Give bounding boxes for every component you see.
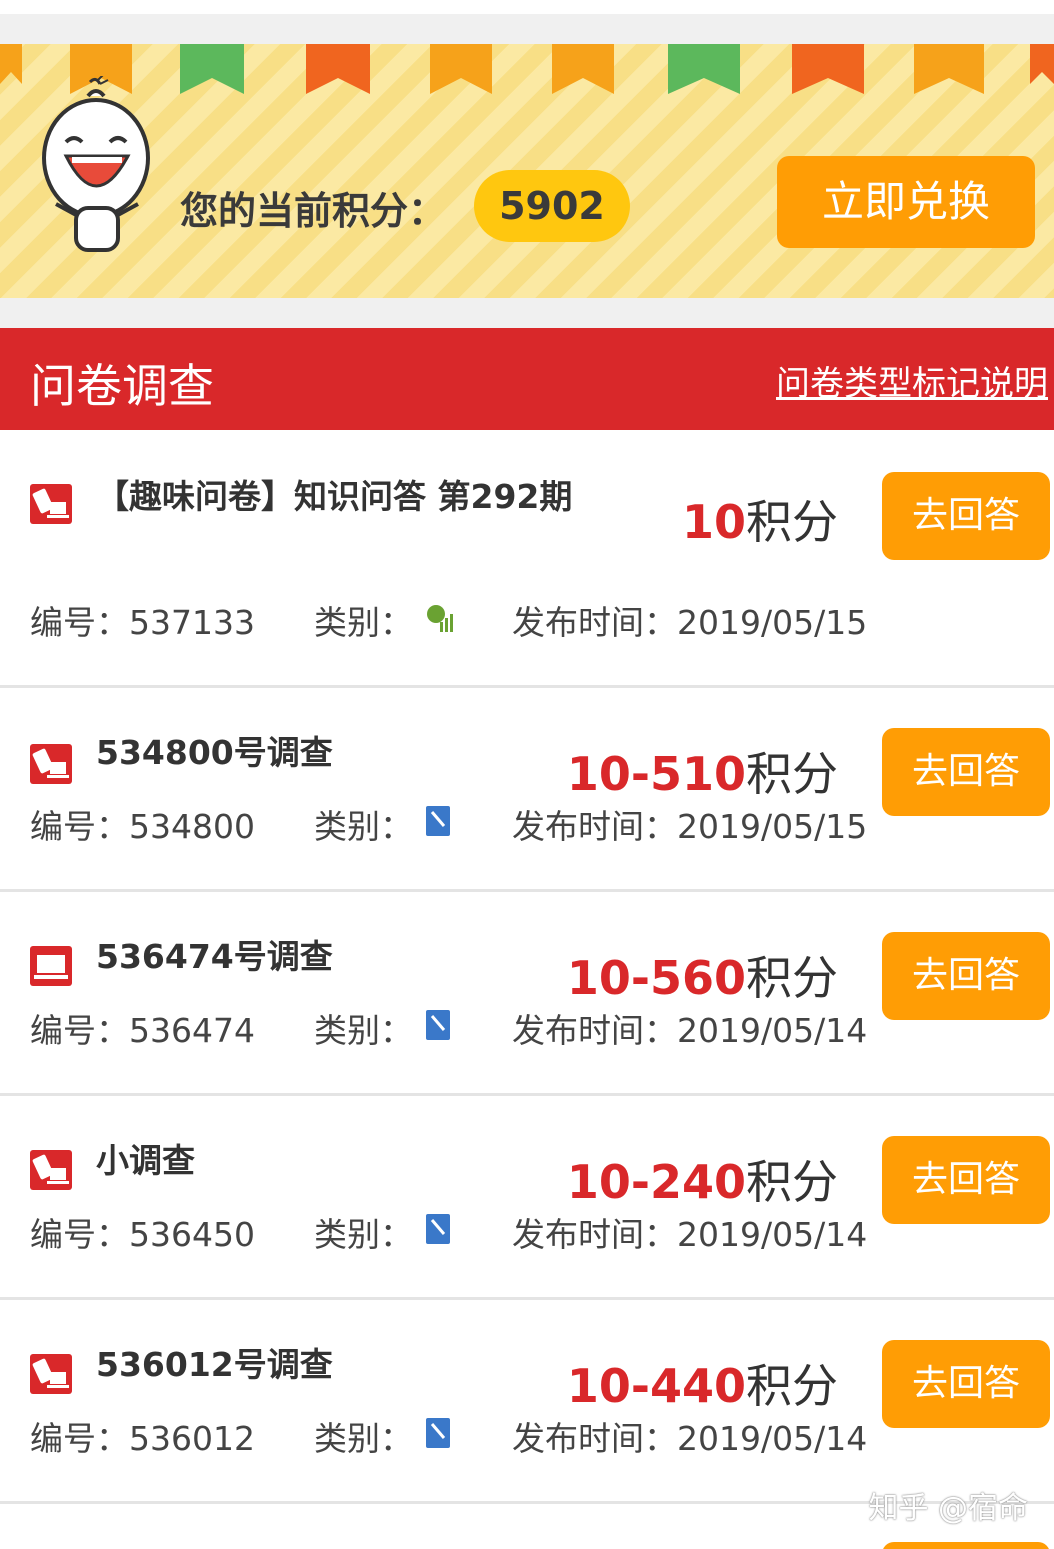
- mascot-icon: [42, 76, 150, 252]
- points-unit: 积分: [746, 1359, 838, 1413]
- survey-item: 536012号调查 10-440积分 去回答 编号：536012 类别： 发布时…: [0, 1300, 1054, 1504]
- date-label: 发布时间：: [512, 807, 677, 846]
- points-number: 10: [681, 495, 746, 549]
- id-label: 编号：: [30, 807, 129, 846]
- pc-icon: [30, 946, 72, 986]
- category-label: 类别：: [314, 1419, 413, 1458]
- category-label: 类别：: [314, 1215, 413, 1254]
- survey-points: 10-510积分: [567, 738, 838, 804]
- survey-title[interactable]: 534800号调查: [96, 726, 576, 780]
- score-label: 您的当前积分：: [180, 189, 447, 233]
- date-value: 2019/05/14: [677, 1419, 868, 1458]
- survey-id: 536012: [129, 1419, 255, 1458]
- section-title: 问卷调查: [30, 359, 214, 413]
- publish-date: 发布时间：2019/05/15: [512, 800, 867, 848]
- document-icon: [426, 1010, 450, 1040]
- publish-date: 发布时间：2019/05/14: [512, 1208, 867, 1256]
- top-gap: [0, 0, 1054, 44]
- document-icon: [426, 806, 450, 836]
- document-icon: [426, 1418, 450, 1448]
- bunting-decoration: [0, 44, 1054, 94]
- publish-date: 发布时间：2019/05/15: [512, 596, 867, 644]
- mobile-pc-icon: [30, 744, 72, 784]
- score-value-badge: 5902: [474, 170, 630, 242]
- date-value: 2019/05/14: [677, 1215, 868, 1254]
- survey-meta: 编号：536474 类别： 发布时间：2019/05/14: [30, 1004, 867, 1052]
- mobile-pc-icon: [30, 1354, 72, 1394]
- document-icon: [426, 1214, 450, 1244]
- survey-points: 10积分: [682, 486, 838, 552]
- date-label: 发布时间：: [512, 603, 677, 642]
- survey-meta: 编号：537133 类别： 发布时间：2019/05/15: [30, 596, 867, 644]
- survey-title[interactable]: 【趣味问卷】知识问答 第292期: [96, 470, 576, 524]
- date-value: 2019/05/14: [677, 1011, 868, 1050]
- category-label: 类别：: [314, 1011, 413, 1050]
- survey-meta: 编号：536012 类别： 发布时间：2019/05/14: [30, 1412, 867, 1460]
- redeem-button[interactable]: 立即兑换: [777, 156, 1035, 248]
- survey-id: 534800: [129, 807, 255, 846]
- survey-type-legend-link[interactable]: 问卷类型标记说明: [776, 356, 1048, 405]
- points-number: 10-560: [566, 951, 746, 1005]
- answer-button-partial[interactable]: [882, 1542, 1050, 1549]
- survey-item: 【趣味问卷】知识问答 第292期 10积分 去回答 编号：537133 类别： …: [0, 430, 1054, 688]
- publish-date: 发布时间：2019/05/14: [512, 1004, 867, 1052]
- survey-item: 536474号调查 10-560积分 去回答 编号：536474 类别： 发布时…: [0, 892, 1054, 1096]
- points-unit: 积分: [746, 495, 838, 549]
- answer-button[interactable]: 去回答: [882, 728, 1050, 816]
- survey-id: 536450: [129, 1215, 255, 1254]
- survey-points: 10-440积分: [567, 1350, 838, 1416]
- mobile-pc-icon: [30, 1150, 72, 1190]
- date-label: 发布时间：: [512, 1011, 677, 1050]
- points-unit: 积分: [746, 1155, 838, 1209]
- id-label: 编号：: [30, 1215, 129, 1254]
- date-value: 2019/05/15: [677, 807, 868, 846]
- chart-icon: [427, 605, 453, 632]
- survey-meta: 编号：534800 类别： 发布时间：2019/05/15: [30, 800, 867, 848]
- points-unit: 积分: [746, 747, 838, 801]
- id-label: 编号：: [30, 603, 129, 642]
- answer-button[interactable]: 去回答: [882, 1136, 1050, 1224]
- publish-date: 发布时间：2019/05/14: [512, 1412, 867, 1460]
- section-header: 问卷调查 问卷类型标记说明: [0, 328, 1054, 430]
- date-label: 发布时间：: [512, 1215, 677, 1254]
- category-label: 类别：: [314, 603, 413, 642]
- watermark: 知乎 @宿命: [868, 1491, 1028, 1526]
- survey-id: 537133: [129, 603, 255, 642]
- points-unit: 积分: [746, 951, 838, 1005]
- points-number: 10-240: [566, 1155, 746, 1209]
- id-label: 编号：: [30, 1011, 129, 1050]
- category-label: 类别：: [314, 807, 413, 846]
- mid-gap: [0, 298, 1054, 328]
- points-banner: 您的当前积分： 5902 立即兑换: [0, 44, 1054, 298]
- survey-id: 536474: [129, 1011, 255, 1050]
- survey-item: 534800号调查 10-510积分 去回答 编号：534800 类别： 发布时…: [0, 688, 1054, 892]
- date-label: 发布时间：: [512, 1419, 677, 1458]
- answer-button[interactable]: 去回答: [882, 932, 1050, 1020]
- survey-title[interactable]: 小调查: [96, 1134, 576, 1188]
- points-number: 10-510: [566, 747, 746, 801]
- points-number: 10-440: [566, 1359, 746, 1413]
- answer-button[interactable]: 去回答: [882, 1340, 1050, 1428]
- mobile-pc-icon: [30, 484, 72, 524]
- survey-points: 10-240积分: [567, 1146, 838, 1212]
- survey-meta: 编号：536450 类别： 发布时间：2019/05/14: [30, 1208, 867, 1256]
- survey-title[interactable]: 536474号调查: [96, 930, 576, 984]
- answer-button[interactable]: 去回答: [882, 472, 1050, 560]
- survey-item: 小调查 10-240积分 去回答 编号：536450 类别： 发布时间：2019…: [0, 1096, 1054, 1300]
- id-label: 编号：: [30, 1419, 129, 1458]
- survey-title[interactable]: 536012号调查: [96, 1338, 576, 1392]
- date-value: 2019/05/15: [677, 603, 868, 642]
- survey-points: 10-560积分: [567, 942, 838, 1008]
